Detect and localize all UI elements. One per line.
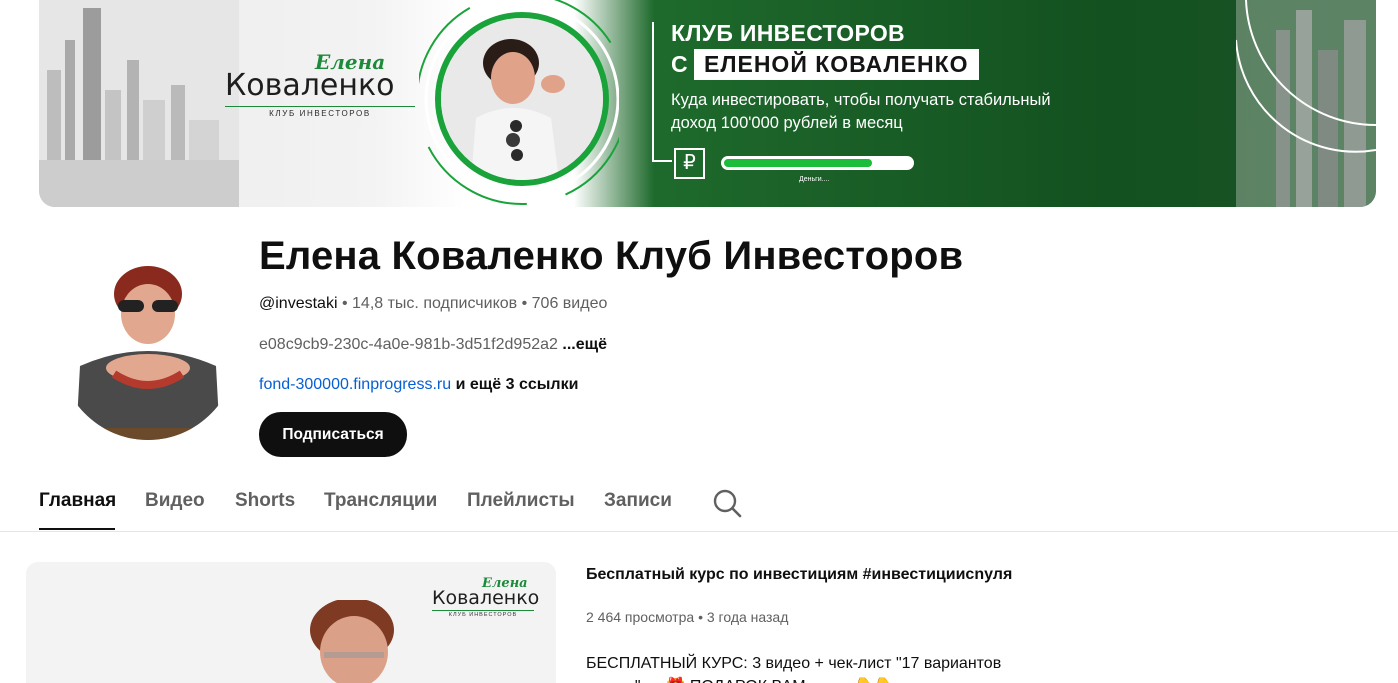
banner-title-line2: ЕЛЕНОЙ КОВАЛЕНКО [694, 49, 979, 80]
description-more-link[interactable]: ...ещё [562, 336, 607, 353]
channel-description[interactable]: e08c9cb9-230c-4a0e-981b-3d51f2d952a2 ...… [259, 336, 607, 354]
channel-meta: @investaki • 14,8 тыс. подписчиков • 706… [259, 295, 607, 313]
description-line: ..........." — 🎁 ПОДАРОК ВАМ ..........👇… [586, 675, 1066, 683]
banner-portrait-photo [435, 12, 609, 186]
channel-handle: @investaki [259, 295, 338, 312]
banner-progress-fill [724, 159, 872, 167]
thumbnail-portrait [310, 600, 394, 683]
tab-playlists[interactable]: Плейлисты [467, 490, 575, 512]
search-icon[interactable] [710, 486, 744, 520]
meta-separator: • [521, 295, 528, 312]
city-skyline-left [39, 0, 239, 207]
tab-shorts[interactable]: Shorts [235, 490, 295, 512]
featured-video-description: БЕСПЛАТНЫЙ КУРС: 3 видео + чек-лист "17 … [586, 652, 1066, 683]
channel-title: Елена Коваленко Клуб Инвесторов [259, 234, 964, 278]
featured-video-title[interactable]: Бесплатный курс по инвестициям #инвестиц… [586, 566, 1012, 584]
tab-posts[interactable]: Записи [604, 490, 672, 512]
channel-links: fond-300000.finprogress.ru и ещё 3 ссылк… [259, 376, 578, 394]
thumbnail-logo-surname: Коваленко [432, 587, 540, 609]
tab-live[interactable]: Трансляции [324, 490, 437, 512]
channel-tabs: Главная Видео Shorts Трансляции Плейлист… [0, 480, 1398, 532]
banner-progress-bar [721, 156, 914, 170]
banner-progress-caption: Деньги.... [799, 176, 830, 183]
active-tab-indicator [39, 528, 115, 530]
description-line: БЕСПЛАТНЫЙ КУРС: 3 видео + чек-лист "17 … [586, 655, 1002, 672]
channel-external-link[interactable]: fond-300000.finprogress.ru [259, 376, 451, 393]
ruble-icon: ₽ [674, 148, 705, 179]
city-skyline-right [1236, 0, 1376, 207]
subscribe-button[interactable]: Подписаться [259, 412, 407, 457]
meta-separator: • [698, 609, 703, 625]
channel-banner: Елена Коваленко КЛУБ ИНВЕСТОРОВ КЛУБ ИНВ… [39, 0, 1376, 207]
banner-logo-surname: Коваленко [225, 68, 395, 103]
thumbnail-logo-subtitle: КЛУБ ИНВЕСТОРОВ [432, 610, 534, 618]
upload-age: 3 года назад [706, 609, 789, 625]
meta-separator: • [341, 295, 348, 312]
more-links-button[interactable]: и ещё 3 ссылки [456, 376, 579, 393]
tab-home[interactable]: Главная [39, 490, 116, 512]
channel-description-text: e08c9cb9-230c-4a0e-981b-3d51f2d952a2 [259, 336, 558, 353]
banner-logo-subtitle: КЛУБ ИНВЕСТОРОВ [225, 106, 415, 118]
banner-description: Куда инвестировать, чтобы получать стаби… [671, 91, 1051, 132]
video-count: 706 видео [531, 295, 608, 312]
banner-frame-line [652, 22, 672, 162]
channel-avatar[interactable] [58, 256, 238, 440]
view-count: 2 464 просмотра [586, 609, 695, 625]
tab-videos[interactable]: Видео [145, 490, 205, 512]
banner-title-prefix: С [671, 51, 688, 77]
banner-title-line1: КЛУБ ИНВЕСТОРОВ [671, 20, 905, 46]
subscriber-count: 14,8 тыс. подписчиков [352, 295, 518, 312]
featured-video-meta: 2 464 просмотра • 3 года назад [586, 609, 788, 625]
